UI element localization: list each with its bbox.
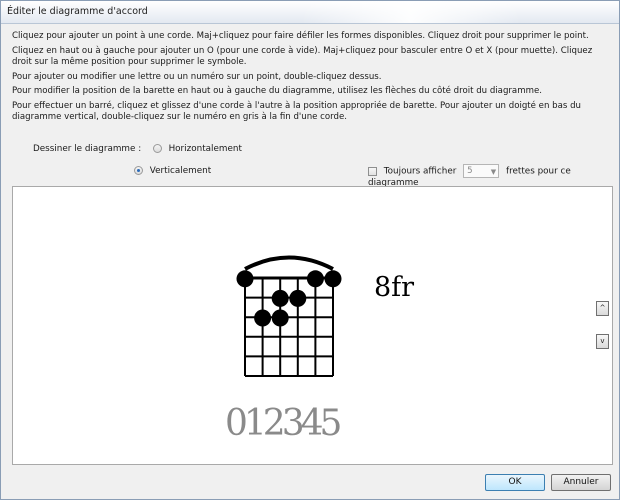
- fret-count-select[interactable]: 5 ▼: [463, 164, 500, 178]
- fret-count-value: 5: [467, 166, 473, 176]
- chevron-down-icon: v: [600, 337, 605, 345]
- title-bar-glare: [301, 1, 521, 23]
- chord-diagram-dialog: Éditer le diagramme d'accord Cliquez pou…: [0, 0, 620, 500]
- horizontal-radio-label[interactable]: Horizontalement: [169, 144, 242, 154]
- horizontal-radio[interactable]: [152, 144, 162, 153]
- finger-dot[interactable]: [306, 270, 324, 288]
- orientation-label: Dessiner le diagramme :: [33, 144, 142, 154]
- always-show-label[interactable]: Toujours afficher: [384, 167, 457, 177]
- finger-dot[interactable]: [289, 289, 307, 307]
- finger-dot[interactable]: [271, 289, 289, 307]
- always-show-checkbox[interactable]: [368, 166, 377, 176]
- diagram-panel[interactable]: 8fr 012345 ^ v: [12, 186, 613, 465]
- chevron-down-icon: ▼: [490, 168, 497, 176]
- barre-arc[interactable]: [244, 255, 334, 271]
- instructions: Cliquez pour ajouter un point à une cord…: [12, 31, 608, 127]
- ok-button[interactable]: OK: [485, 474, 545, 491]
- instruction-text: Pour modifier la position de la barette …: [12, 86, 542, 96]
- finger-dot[interactable]: [236, 270, 254, 288]
- instruction-text: Cliquez pour ajouter un point à une cord…: [12, 31, 589, 41]
- finger-dot[interactable]: [271, 309, 289, 327]
- window-title: Éditer le diagramme d'accord: [7, 6, 148, 17]
- finger-dot[interactable]: [324, 270, 342, 288]
- vertical-radio[interactable]: [134, 166, 143, 175]
- cancel-button[interactable]: Annuler: [551, 474, 611, 491]
- fret-grid: [244, 276, 334, 377]
- instruction-text: Pour effectuer un barré, cliquez et glis…: [12, 100, 581, 123]
- vertical-radio-label[interactable]: Verticalement: [150, 166, 211, 176]
- finger-dot[interactable]: [254, 309, 272, 327]
- finger-numbers[interactable]: 012345: [225, 403, 345, 444]
- vertical-row: Verticalement: [134, 166, 211, 176]
- orientation-row: Dessiner le diagramme : Horizontalement: [33, 144, 242, 154]
- chevron-up-icon: ^: [599, 304, 606, 312]
- instruction-text: Cliquez en haut ou à gauche pour ajouter…: [12, 45, 593, 68]
- scroll-up-button[interactable]: ^: [596, 301, 609, 316]
- chord-diagram[interactable]: 8fr 012345: [13, 187, 612, 464]
- always-show-row: Toujours afficher 5 ▼ frettes pour ce di…: [368, 164, 619, 188]
- fret-position-label: 8fr: [374, 272, 414, 303]
- title-bar: Éditer le diagramme d'accord: [1, 1, 619, 24]
- instruction-text: Pour ajouter ou modifier une lettre ou u…: [12, 71, 382, 82]
- scroll-down-button[interactable]: v: [596, 334, 609, 349]
